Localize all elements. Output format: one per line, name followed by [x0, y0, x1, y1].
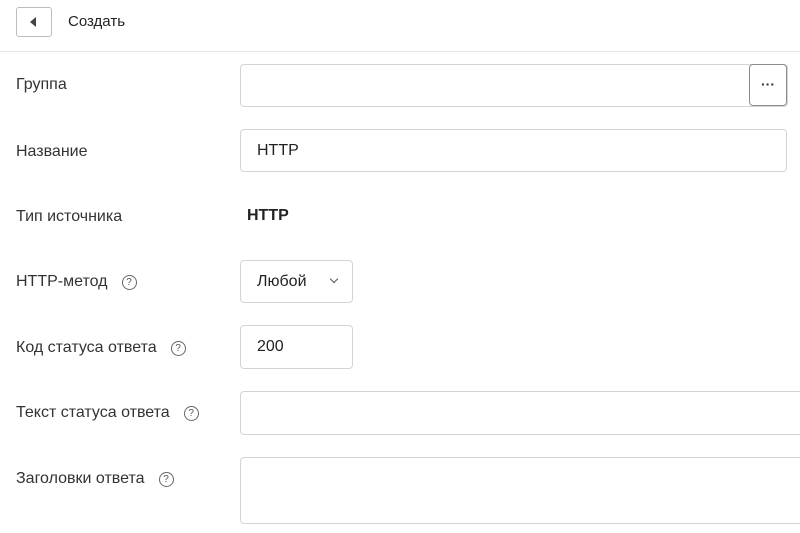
source-type-label-text: Тип источника — [16, 208, 123, 225]
group-input[interactable] — [240, 64, 788, 107]
source-type-value: HTTP — [247, 207, 289, 224]
help-icon[interactable]: ? — [158, 471, 174, 487]
ellipsis-icon: ··· — [761, 76, 775, 92]
status-code-input[interactable]: 200 — [240, 325, 353, 369]
name-input-value: HTTP — [257, 141, 299, 159]
status-code-value: 200 — [257, 338, 284, 355]
http-method-label: HTTP-метод ? — [16, 273, 137, 291]
status-text-label-text: Текст статуса ответа — [16, 404, 170, 421]
group-label: Группа — [16, 76, 67, 94]
group-label-text: Группа — [16, 76, 67, 93]
headers-textarea[interactable] — [240, 457, 800, 524]
http-method-value: Любой — [257, 272, 307, 290]
status-code-label-text: Код статуса ответа — [16, 339, 157, 356]
status-code-label: Код статуса ответа ? — [16, 339, 186, 357]
name-input[interactable]: HTTP — [240, 129, 787, 172]
help-icon[interactable]: ? — [121, 274, 137, 290]
chevron-down-icon — [329, 274, 339, 284]
page-header: Создать — [0, 0, 800, 52]
group-picker-button[interactable]: ··· — [749, 64, 787, 106]
page-title: Создать — [68, 13, 126, 30]
headers-label-text: Заголовки ответа — [16, 470, 145, 487]
back-button[interactable] — [16, 7, 52, 37]
headers-label: Заголовки ответа ? — [16, 470, 174, 488]
http-method-label-text: HTTP-метод — [16, 273, 108, 290]
source-type-label: Тип источника — [16, 208, 122, 226]
back-arrow-icon — [30, 17, 36, 27]
status-text-input[interactable] — [240, 391, 800, 435]
help-icon[interactable]: ? — [183, 405, 199, 421]
http-method-select[interactable]: Любой — [240, 260, 353, 303]
name-label: Название — [16, 143, 88, 161]
help-icon[interactable]: ? — [170, 340, 186, 356]
status-text-label: Текст статуса ответа ? — [16, 404, 199, 422]
name-label-text: Название — [16, 143, 88, 160]
